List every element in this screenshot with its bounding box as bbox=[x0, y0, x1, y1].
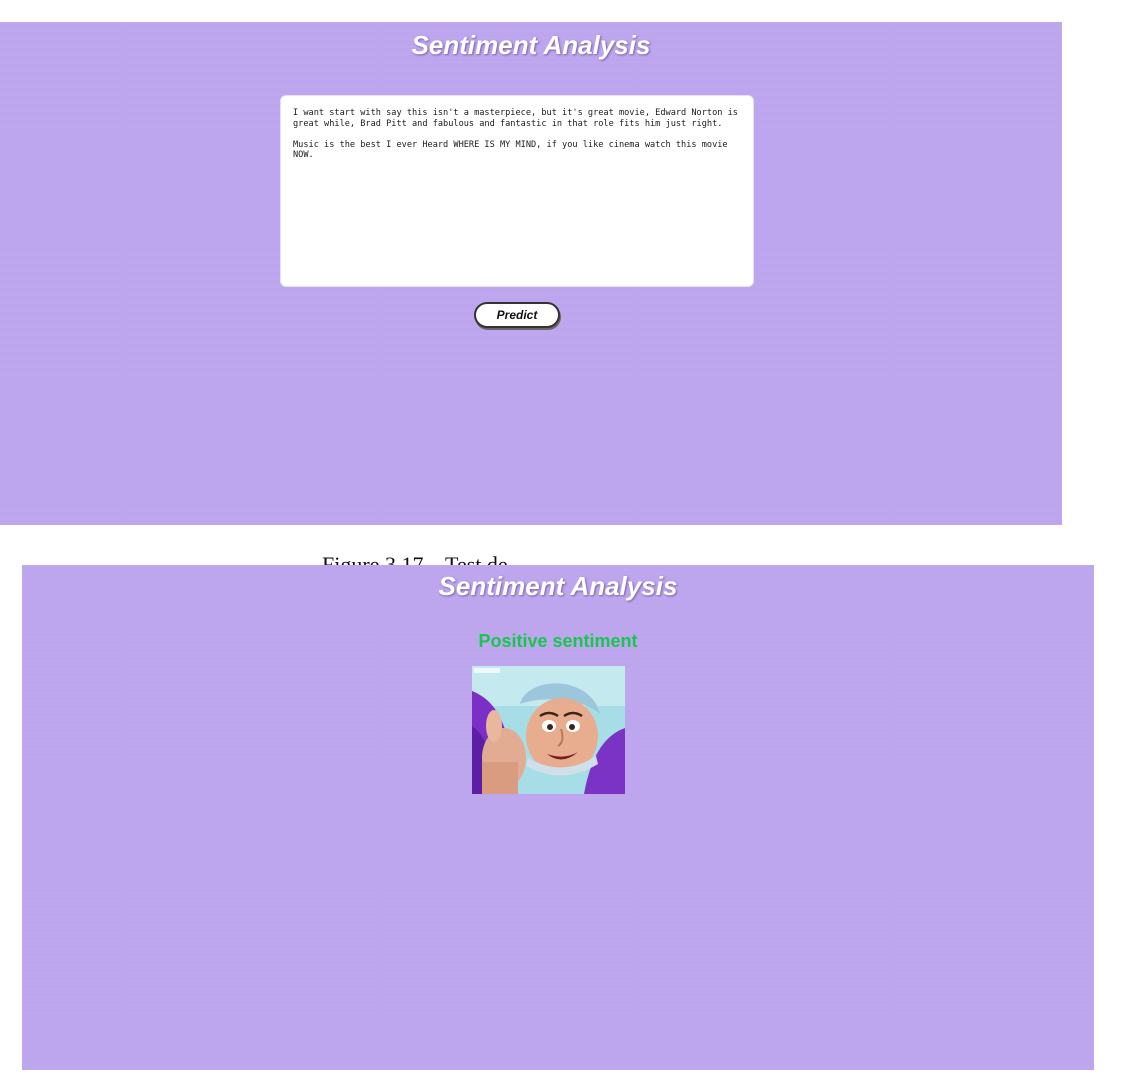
review-textarea[interactable]: I want start with say this isn't a maste… bbox=[280, 95, 754, 287]
predict-button[interactable]: Predict bbox=[474, 302, 560, 328]
page-title: Sentiment Analysis bbox=[411, 30, 651, 60]
figure-caption: Figure 3.17 – Test de bbox=[322, 552, 508, 565]
page-title: Sentiment Analysis bbox=[438, 571, 678, 601]
input-screen: Sentiment Analysis I want start with say… bbox=[0, 22, 1062, 525]
man-thumbs-up-photo bbox=[472, 666, 625, 794]
sentiment-result: Positive sentiment bbox=[478, 631, 638, 651]
photo-illustration bbox=[472, 666, 625, 794]
result-screen: Sentiment Analysis Positive sentiment bbox=[22, 565, 1094, 1070]
